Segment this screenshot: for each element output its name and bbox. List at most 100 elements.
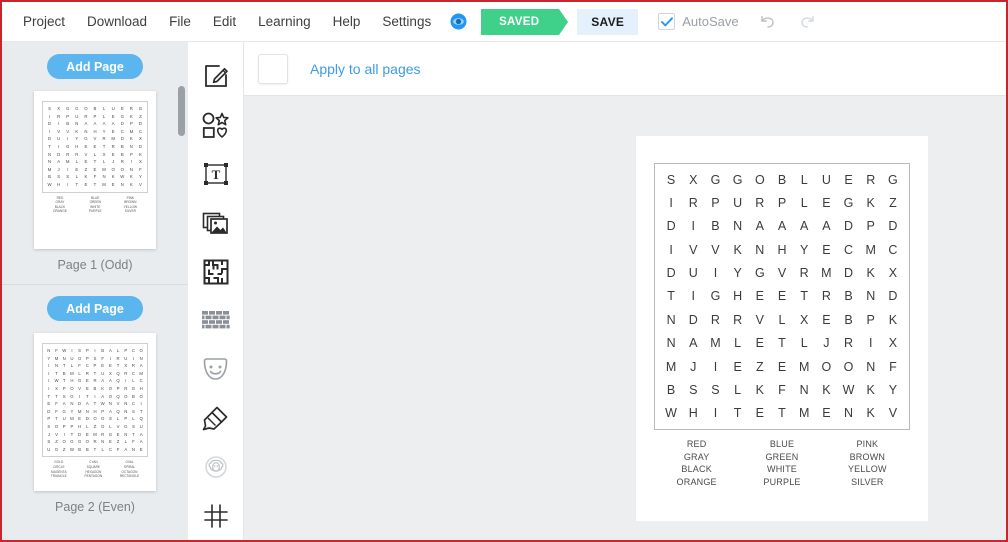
wordlist-item: BLACK bbox=[681, 464, 712, 474]
brick-wall-icon[interactable] bbox=[193, 296, 239, 345]
thumb-grid-letter: L bbox=[75, 159, 78, 165]
thumb-grid-letter: T bbox=[132, 431, 135, 437]
page-thumbnail-1[interactable]: SXGGOBLUERGIRPURPLEGKZDIBNAAAADPDIVVKNHY… bbox=[34, 91, 156, 249]
thumb-grid-letter: G bbox=[70, 439, 74, 445]
menu-learning[interactable]: Learning bbox=[247, 10, 322, 33]
text-box-icon[interactable]: T bbox=[193, 150, 239, 199]
menu-download[interactable]: Download bbox=[76, 10, 158, 33]
thumb-grid-letter: S bbox=[57, 174, 61, 180]
thumb-grid-letter: Z bbox=[84, 166, 88, 172]
thumb-grid-letter: A bbox=[108, 348, 112, 353]
thumb-grid-letter: Q bbox=[116, 408, 120, 414]
thumb-grid-letter: N bbox=[124, 401, 128, 407]
sheep-icon[interactable] bbox=[193, 442, 239, 491]
thumb-grid-letter: T bbox=[62, 378, 66, 384]
thumb-grid-letter: M bbox=[54, 355, 59, 361]
menu-edit[interactable]: Edit bbox=[202, 10, 247, 33]
thumb-grid-letter: N bbox=[129, 166, 133, 172]
save-button[interactable]: SAVE bbox=[577, 8, 639, 35]
thumb-grid-letter: R bbox=[75, 151, 79, 157]
pages-panel-scrollbar-thumb[interactable] bbox=[178, 86, 185, 136]
canvas-area[interactable]: SXGGOBLUERGIRPURPLEGKZDIBNAAAADPDIVVKNHY… bbox=[244, 96, 1006, 540]
menu-file[interactable]: File bbox=[158, 10, 202, 33]
thumb-grid-letter: I bbox=[67, 136, 69, 142]
menu-help[interactable]: Help bbox=[322, 10, 372, 33]
grid-letter: F bbox=[889, 359, 897, 374]
apply-to-all-pages-label[interactable]: Apply to all pages bbox=[310, 61, 421, 77]
thumb-grid-letter: E bbox=[47, 401, 51, 407]
grid-letter: V bbox=[689, 242, 698, 257]
grid-letter: O bbox=[843, 359, 854, 374]
thumb-grid-letter: I bbox=[48, 385, 50, 391]
thumb-grid-letter: M bbox=[139, 370, 143, 376]
add-page-button-top[interactable]: Add Page bbox=[47, 54, 143, 79]
thumb-grid-letter: S bbox=[78, 348, 82, 353]
thumb-grid-letter: A bbox=[108, 378, 112, 384]
wordlist-item: ORANGE bbox=[676, 476, 717, 487]
grid-letter: R bbox=[755, 196, 765, 211]
thumb-wordlist-item: RECTANGLE bbox=[119, 474, 140, 479]
document-page[interactable]: SXGGOBLUERGIRPURPLEGKZDIBNAAAADPDIVVKNHY… bbox=[636, 136, 928, 521]
thumb-grid-letter: R bbox=[124, 370, 128, 376]
thumb-grid-letter: E bbox=[78, 416, 82, 422]
thumb-grid-letter: D bbox=[57, 151, 61, 157]
draw-pencil-icon[interactable] bbox=[193, 52, 239, 101]
grid-letter: P bbox=[866, 219, 875, 234]
word-search-grid-box[interactable]: SXGGOBLUERGIRPURPLEGKZDIBNAAAADPDIVVKNHY… bbox=[654, 163, 910, 430]
thumb-grid-letter: A bbox=[108, 408, 112, 414]
autosave-toggle[interactable]: AutoSave bbox=[658, 13, 739, 30]
thumb-grid-letter: F bbox=[78, 363, 81, 369]
thumb-grid-letter: C bbox=[131, 348, 135, 353]
grid-letter: C bbox=[844, 242, 854, 257]
eye-icon[interactable] bbox=[450, 13, 467, 30]
sudoku-grid-icon[interactable] bbox=[193, 491, 239, 540]
pages-panel-scrollbar-track[interactable] bbox=[178, 86, 185, 540]
thumb-grid-letter: E bbox=[101, 363, 105, 369]
grid-letter: R bbox=[799, 266, 809, 281]
thumb-grid-letter: A bbox=[124, 446, 128, 452]
thumb-grid-letter: K bbox=[101, 385, 105, 391]
add-page-button-bottom[interactable]: Add Page bbox=[47, 296, 143, 321]
thumb-grid-letter: N bbox=[70, 401, 74, 407]
thumb-grid-letter: A bbox=[111, 121, 115, 127]
thumb-grid-letter: I bbox=[48, 370, 50, 376]
grid-letter: C bbox=[888, 242, 898, 257]
thumb-grid-letter: U bbox=[62, 416, 66, 422]
grid-letter: W bbox=[665, 406, 677, 421]
grid-letter: O bbox=[754, 172, 765, 187]
menu-project[interactable]: Project bbox=[12, 10, 76, 33]
thumb-grid-letter: D bbox=[47, 408, 51, 414]
thumb-grid-letter: N bbox=[84, 128, 88, 134]
thumb-grid-letter: Z bbox=[116, 439, 120, 445]
thumb-grid-letter: K bbox=[129, 174, 133, 180]
shapes-icon[interactable] bbox=[193, 101, 239, 150]
grid-letter: I bbox=[669, 196, 673, 211]
thumb-wordlist-column: RED GRAY BLACK ORANGE bbox=[53, 196, 67, 214]
grid-letter: N bbox=[866, 359, 876, 374]
page-thumbnail-2[interactable]: NFWISPIBALPCOYMNUOPSFIRUININTLFCPEETXRAI… bbox=[34, 333, 156, 491]
autosave-checkbox[interactable] bbox=[658, 13, 676, 30]
grid-letter: P bbox=[777, 196, 787, 211]
menu-settings[interactable]: Settings bbox=[371, 10, 442, 33]
thumb-grid-letter: E bbox=[116, 431, 120, 437]
thumb-grid-letter: O bbox=[85, 439, 89, 445]
wordlist-item: RED bbox=[686, 439, 707, 449]
page-label-1: Page 1 (Odd) bbox=[57, 258, 133, 272]
grid-letter: N bbox=[666, 336, 676, 351]
grid-letter: G bbox=[843, 196, 854, 211]
grid-letter: T bbox=[778, 406, 786, 421]
maze-icon[interactable] bbox=[193, 247, 239, 296]
thumb-grid-letter: G bbox=[77, 378, 82, 384]
redo-icon[interactable] bbox=[797, 11, 819, 33]
check-icon bbox=[660, 16, 673, 26]
undo-icon[interactable] bbox=[757, 11, 779, 33]
mask-icon[interactable] bbox=[193, 345, 239, 394]
thumb-grid-letter: K bbox=[75, 128, 79, 134]
paintbrush-icon[interactable] bbox=[193, 394, 239, 443]
grid-letter: K bbox=[866, 266, 875, 281]
apply-to-all-pages-checkbox[interactable] bbox=[258, 53, 288, 84]
grid-letter: K bbox=[822, 382, 831, 397]
grid-letter: D bbox=[888, 219, 898, 234]
thumb-grid-letter: N bbox=[139, 355, 143, 361]
image-icon[interactable] bbox=[193, 198, 239, 247]
